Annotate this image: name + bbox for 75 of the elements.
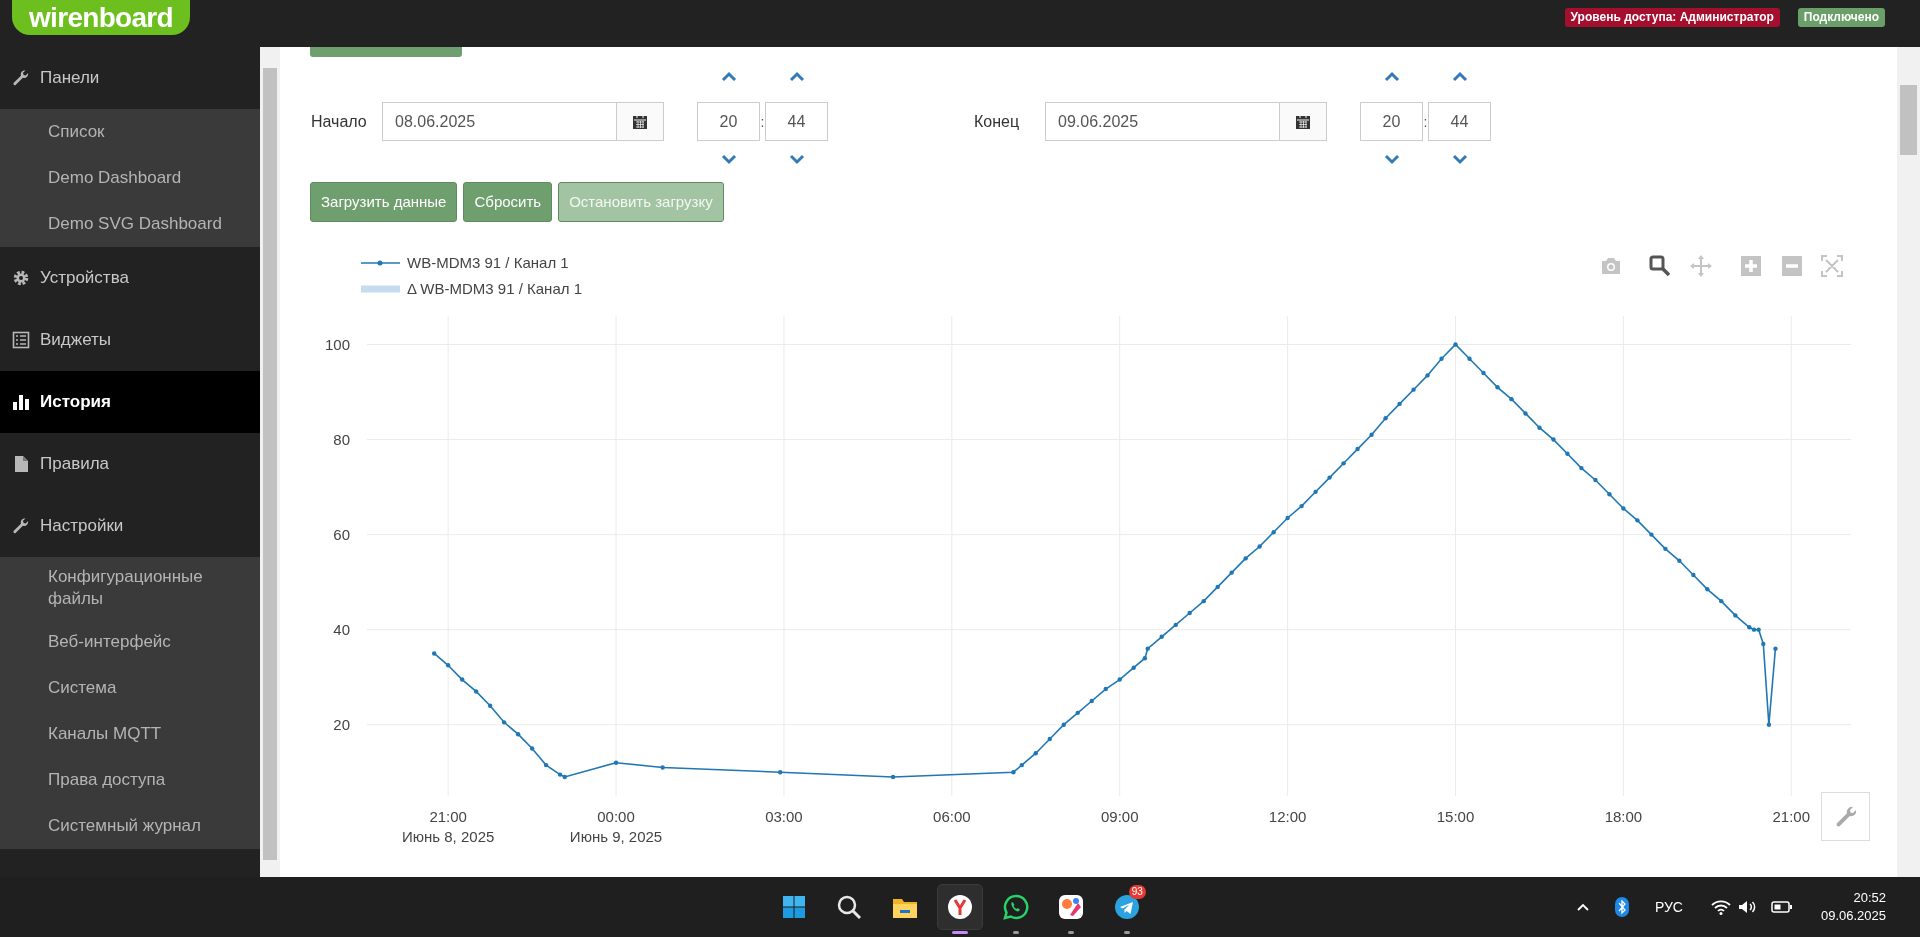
- time-separator: :: [760, 113, 765, 132]
- sidebar-subitem[interactable]: Права доступа: [0, 757, 260, 803]
- axis-tick-label: 21:00: [1772, 808, 1811, 825]
- legend-label[interactable]: WB-MDM3 91 / Канал 1: [407, 254, 569, 271]
- axis-tick-label: 18:00: [1604, 808, 1643, 825]
- field-label: Конец: [974, 112, 1021, 132]
- wrench-icon: [12, 69, 30, 87]
- time-field[interactable]: 20: [1360, 102, 1423, 141]
- sidebar-item[interactable]: Панели: [0, 47, 260, 109]
- axis-tick-label: 60: [333, 525, 350, 543]
- sidebar-item[interactable]: Устройства: [0, 247, 260, 309]
- time-field[interactable]: 44: [765, 102, 828, 141]
- axis-tick-label: 80: [333, 430, 350, 448]
- clock-date[interactable]: 09.06.2025: [1820, 907, 1886, 925]
- scrollbar-thumb[interactable]: [263, 68, 277, 860]
- axis-tick-label: 15:00: [1436, 808, 1475, 825]
- sidebar-item[interactable]: Настройки: [0, 495, 260, 557]
- chevron-up-icon: [1451, 70, 1468, 84]
- sidebar-subitem[interactable]: Demo SVG Dashboard: [0, 201, 260, 247]
- chat-bubble-icon: [1001, 893, 1030, 921]
- notification-badge: 93: [1128, 885, 1146, 899]
- legend-label[interactable]: Δ WB-MDM3 91 / Канал 1: [407, 280, 582, 297]
- date-field[interactable]: 09.06.2025: [1045, 102, 1327, 141]
- zoom-icon[interactable]: [1648, 254, 1672, 278]
- field-label: Начало: [311, 112, 368, 132]
- sidebar-subitem[interactable]: Веб-интерфейс: [0, 619, 260, 665]
- scrollbar[interactable]: [260, 47, 280, 877]
- list-icon: [12, 331, 30, 349]
- file-icon: [12, 455, 30, 473]
- axis-tick-label: 100: [324, 335, 350, 353]
- scrollbar[interactable]: [1897, 47, 1920, 877]
- time-field[interactable]: 44: [1428, 102, 1491, 141]
- battery-icon: [1770, 900, 1793, 914]
- sidebar-subitem[interactable]: Список: [0, 109, 260, 155]
- axis-tick-label: 20: [333, 715, 350, 733]
- sidebar-subitem[interactable]: Системный журнал: [0, 803, 260, 849]
- settings-button[interactable]: [1821, 792, 1870, 841]
- sidebar-subitem[interactable]: Demo Dashboard: [0, 155, 260, 201]
- chevron-up-icon: [788, 70, 805, 84]
- axis-tick-label: 12:00: [1268, 808, 1307, 825]
- clock-time[interactable]: 20:52: [1853, 889, 1886, 907]
- axis-tick-label: 03:00: [765, 808, 803, 825]
- sidebar-item[interactable]: История: [0, 371, 260, 433]
- status-badge: Подключено: [1797, 8, 1885, 27]
- axis-tick-label: 09:00: [1100, 808, 1139, 825]
- language-indicator[interactable]: РУС: [1654, 896, 1683, 918]
- paper-plane-icon: [1112, 893, 1141, 921]
- time-field[interactable]: 20: [697, 102, 760, 141]
- axis-tick-label: 40: [333, 620, 350, 638]
- volume-icon: [1736, 899, 1757, 915]
- sidebar-subitem[interactable]: Каналы MQTT: [0, 711, 260, 757]
- scrollbar-thumb[interactable]: [1900, 85, 1917, 155]
- wifi-icon: [1710, 899, 1731, 915]
- calendar-icon[interactable]: [1295, 113, 1311, 130]
- axis-tick-label: 00:00 Июнь 9, 2025: [569, 808, 663, 845]
- chevron-up-icon: [720, 70, 737, 84]
- status-badge: Уровень доступа: Администратор: [1564, 8, 1780, 27]
- date-field[interactable]: 08.06.2025: [382, 102, 664, 141]
- bluetooth-icon: [1614, 897, 1629, 917]
- sidebar-subitem[interactable]: Конфигурационные файлы: [0, 557, 260, 619]
- search-icon: [835, 893, 863, 921]
- browser-icon: [946, 893, 974, 921]
- wrench-icon: [12, 517, 30, 535]
- calendar-icon[interactable]: [632, 113, 648, 130]
- chevron-up-icon: [1383, 70, 1400, 84]
- sidebar-item[interactable]: Виджеты: [0, 309, 260, 371]
- sidebar-subitem[interactable]: Система: [0, 665, 260, 711]
- taskbar-app[interactable]: [937, 884, 983, 930]
- sidebar-item[interactable]: Правила: [0, 433, 260, 495]
- bar-chart-icon: [12, 393, 30, 411]
- gear-icon: [12, 269, 30, 287]
- axis-tick-label: 06:00: [933, 808, 971, 825]
- app-icon: [1057, 893, 1085, 921]
- axis-tick-label: 21:00 Июнь 8, 2025: [402, 808, 495, 845]
- time-separator: :: [1423, 113, 1428, 132]
